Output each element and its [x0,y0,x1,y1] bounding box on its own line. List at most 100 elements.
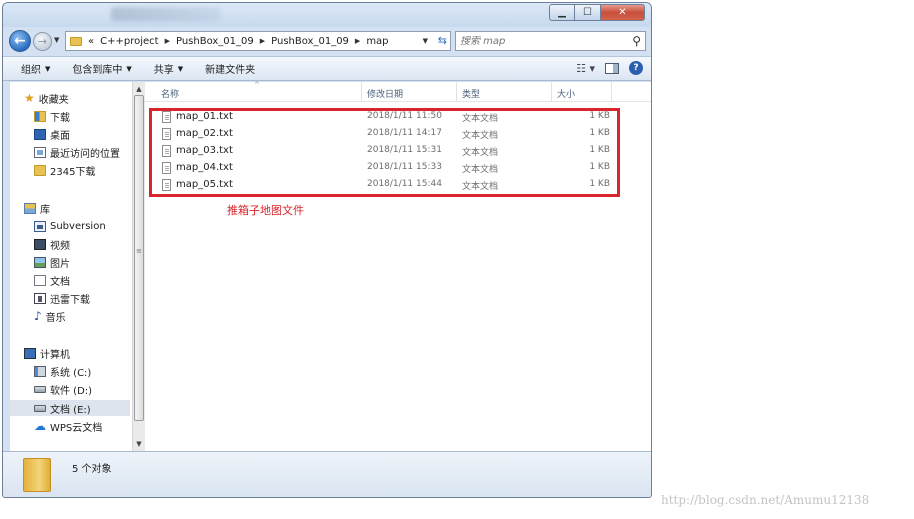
sort-up-icon: ^ [254,81,260,89]
sidebar-item-music[interactable]: ♪ 音乐 [10,308,130,324]
scroll-up-icon[interactable]: ▲ [133,85,145,93]
sidebar-item-label: 系统 (C:) [50,367,92,379]
window-controls: ▁ ☐ ✕ [549,4,645,21]
subversion-icon [34,220,46,232]
sidebar-item-label: 视频 [50,240,70,252]
sidebar-item-drive-e[interactable]: 文档 (E:) [10,400,130,416]
column-type[interactable]: 类型 [462,87,480,100]
document-icon [34,274,46,286]
chevron-right-icon[interactable]: ▶ [165,37,170,45]
sidebar-item-label: WPS云文档 [50,422,103,434]
chevron-down-icon: ▼ [177,64,184,73]
sidebar-item-label: 音乐 [45,312,66,324]
column-divider[interactable] [361,82,362,102]
folder-icon [23,458,51,492]
sidebar-item-downloads[interactable]: 下载 [10,108,130,124]
navigation-pane: ★ 收藏夹 下载 桌面 最近访问的位置 2345下载 库 Subversion 视… [10,82,132,451]
picture-icon [34,256,46,268]
sidebar-item-2345-downloads[interactable]: 2345下载 [10,162,130,178]
downloads-folder-icon [34,110,46,122]
column-header: ^ 名称 修改日期 类型 大小 [145,81,651,102]
breadcrumb-overflow[interactable]: « [88,36,94,47]
sidebar-item-wps-cloud[interactable]: ☁ WPS云文档 [10,418,130,434]
sidebar-item-recent[interactable]: 最近访问的位置 [10,144,130,160]
sidebar-item-videos[interactable]: 视频 [10,236,130,252]
column-divider[interactable] [611,82,612,102]
refresh-icon[interactable]: ⇆ [438,34,447,47]
sidebar-favorites[interactable]: ★ 收藏夹 [10,90,130,106]
command-bar: 组织 ▼ 包含到库中 ▼ 共享 ▼ 新建文件夹 ☷ ▾ ? [3,56,651,81]
search-icon[interactable]: ⚲ [632,34,641,48]
back-button[interactable]: ← [9,30,31,52]
cloud-icon: ☁ [34,419,46,433]
breadcrumb-item[interactable]: PushBox_01_09 [271,36,349,47]
new-folder-label: 新建文件夹 [205,65,256,76]
sidebar-item-label: 2345下载 [50,166,96,178]
sidebar-item-xunlei[interactable]: 迅雷下载 [10,290,130,306]
column-modified[interactable]: 修改日期 [367,87,403,100]
history-dropdown-button[interactable]: ▼ [54,36,59,44]
breadcrumb-item[interactable]: C++project [100,36,158,47]
explorer-window: ▁ ☐ ✕ ← → ▼ « C++project ▶ PushBox_01_09… [2,2,652,498]
column-name[interactable]: 名称 [161,87,179,100]
chevron-down-icon: ▼ [45,64,51,73]
breadcrumb-item[interactable]: map [366,36,388,47]
column-divider[interactable] [456,82,457,102]
include-in-library-button[interactable]: 包含到库中 ▼ [72,61,131,77]
maximize-button[interactable]: ☐ [575,4,601,21]
close-button[interactable]: ✕ [601,4,645,21]
file-list: ^ 名称 修改日期 类型 大小 map_01.txt 2018/1/11 11:… [145,81,651,451]
sidebar-item-subversion[interactable]: Subversion [10,218,130,234]
column-divider[interactable] [551,82,552,102]
sidebar-item-label: 下载 [50,112,70,124]
help-icon[interactable]: ? [629,61,643,75]
sidebar-group-label: 收藏夹 [38,94,69,106]
sidebar-item-label: Subversion [50,220,106,232]
column-size[interactable]: 大小 [557,87,575,100]
sidebar-group-label: 计算机 [40,349,70,361]
organize-button[interactable]: 组织 ▼ [21,61,51,77]
drive-icon [34,385,46,393]
blurred-title [111,7,221,21]
new-folder-button[interactable]: 新建文件夹 [205,61,255,76]
sidebar-item-label: 桌面 [50,130,70,142]
view-options-icon[interactable]: ☷ ▾ [576,62,595,75]
share-label: 共享 [153,65,174,76]
video-icon [34,238,46,250]
address-dropdown-button[interactable]: ▼ [423,37,428,45]
search-input[interactable] [460,35,620,47]
navigation-scrollbar[interactable]: ▲ ≡ ▼ [132,82,145,451]
breadcrumb-item[interactable]: PushBox_01_09 [176,36,254,47]
minimize-button[interactable]: ▁ [549,4,575,21]
sidebar-item-label: 软件 (D:) [50,385,93,397]
title-bar[interactable]: ▁ ☐ ✕ [3,3,651,27]
sidebar-computer[interactable]: 计算机 [10,345,130,361]
annotation-label: 推箱子地图文件 [227,204,304,217]
chevron-right-icon[interactable]: ▶ [355,37,360,45]
sidebar-libraries[interactable]: 库 [10,200,130,216]
sidebar-item-desktop[interactable]: 桌面 [10,126,130,142]
sidebar-item-label: 文档 [50,276,70,288]
chevron-right-icon[interactable]: ▶ [260,37,265,45]
preview-pane-icon[interactable] [605,62,619,74]
scroll-down-icon[interactable]: ▼ [133,440,145,448]
sidebar-item-label: 图片 [50,258,70,270]
share-button[interactable]: 共享 ▼ [153,61,184,77]
navigation-row: ← → ▼ « C++project ▶ PushBox_01_09 ▶ Pus… [3,29,651,55]
sidebar-item-documents[interactable]: 文档 [10,272,130,288]
sidebar-item-pictures[interactable]: 图片 [10,254,130,270]
sidebar-item-drive-c[interactable]: 系统 (C:) [10,363,130,379]
watermark: http://blog.csdn.net/Amumu12138 [661,493,870,507]
sidebar-item-label: 迅雷下载 [50,294,90,306]
sidebar-item-drive-d[interactable]: 软件 (D:) [10,381,130,397]
address-bar[interactable]: « C++project ▶ PushBox_01_09 ▶ PushBox_0… [65,31,451,51]
search-box[interactable]: ⚲ [455,31,646,51]
music-note-icon: ♪ [34,309,42,323]
toolbar-right: ☷ ▾ ? [576,61,643,75]
library-icon [24,202,36,214]
arrow-right-icon: → [37,35,48,48]
scrollbar-thumb[interactable] [134,95,144,421]
sidebar-item-label: 最近访问的位置 [50,148,120,160]
star-icon: ★ [24,91,35,105]
forward-button[interactable]: → [33,32,52,51]
